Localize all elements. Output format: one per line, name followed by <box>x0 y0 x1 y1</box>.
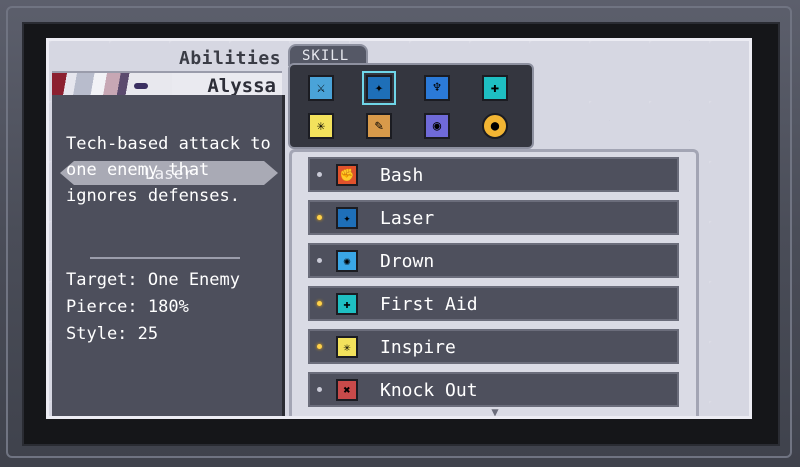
laser-icon: ✦ <box>336 207 358 229</box>
skill-label: Knock Out <box>380 380 478 401</box>
row-indicator-dot <box>317 387 322 392</box>
row-indicator-dot <box>317 172 322 177</box>
skill-list: ✊ Bash ✦ Laser ✺ Drown ✚ First Aid ✳ Ins… <box>289 149 699 416</box>
drown-splash-icon: ✺ <box>336 250 358 272</box>
skill-description: Tech-based attack to one enemy that igno… <box>66 134 271 206</box>
stat-style: Style: 25 <box>66 324 159 344</box>
grid-water-drop-icon[interactable]: ♆ <box>424 75 450 101</box>
inspire-star-icon: ✳ <box>336 336 358 358</box>
skill-detail-panel: Laser Tech-based attack to one enemy tha… <box>52 95 285 416</box>
skill-label: First Aid <box>380 294 478 315</box>
grid-inspire-star-icon[interactable]: ✳ <box>308 113 334 139</box>
page-title: Abilities <box>179 48 282 69</box>
knock-out-icon: ✖ <box>336 379 358 401</box>
skill-label: Drown <box>380 251 435 272</box>
grid-laser-icon[interactable]: ✦ <box>362 71 396 105</box>
stat-target: Target: One Enemy <box>66 270 240 290</box>
skill-stats: Target: One Enemy Pierce: 180% Style: 25 <box>66 267 240 348</box>
skill-row-inspire[interactable]: ✳ Inspire <box>308 329 679 364</box>
skill-row-laser[interactable]: ✦ Laser <box>308 200 679 235</box>
row-indicator-dot <box>317 215 322 220</box>
grid-sword-icon[interactable]: ⚔ <box>308 75 334 101</box>
character-name: Alyssa <box>207 75 276 97</box>
skill-row-drown[interactable]: ✺ Drown <box>308 243 679 278</box>
row-indicator-dot <box>317 301 322 306</box>
grid-coin-icon[interactable]: ● <box>482 113 508 139</box>
skill-label: Bash <box>380 165 424 186</box>
stat-pierce: Pierce: 180% <box>66 297 189 317</box>
grid-knock-out-icon[interactable]: ✎ <box>366 113 392 139</box>
skill-row-first-aid[interactable]: ✚ First Aid <box>308 286 679 321</box>
divider <box>90 257 240 259</box>
grid-heal-cross-icon[interactable]: ✚ <box>482 75 508 101</box>
skill-icon-grid: ⚔ ✦ ♆ ✚ ✳ ✎ ◉ ● <box>288 63 534 149</box>
skill-row-knock-out[interactable]: ✖ Knock Out <box>308 372 679 407</box>
skill-label: Laser <box>380 208 435 229</box>
row-indicator-dot <box>317 344 322 349</box>
row-indicator-dot <box>317 258 322 263</box>
skill-row-bash[interactable]: ✊ Bash <box>308 157 679 192</box>
abilities-screen: Abilities Alyssa Laser Tech-based attack… <box>46 38 752 419</box>
scroll-down-icon[interactable]: ▼ <box>487 405 503 416</box>
grid-eye-icon[interactable]: ◉ <box>424 113 450 139</box>
skill-label: Inspire <box>380 337 456 358</box>
portrait-eye <box>134 83 148 89</box>
bash-fist-icon: ✊ <box>336 164 358 186</box>
heal-cross-icon: ✚ <box>336 293 358 315</box>
